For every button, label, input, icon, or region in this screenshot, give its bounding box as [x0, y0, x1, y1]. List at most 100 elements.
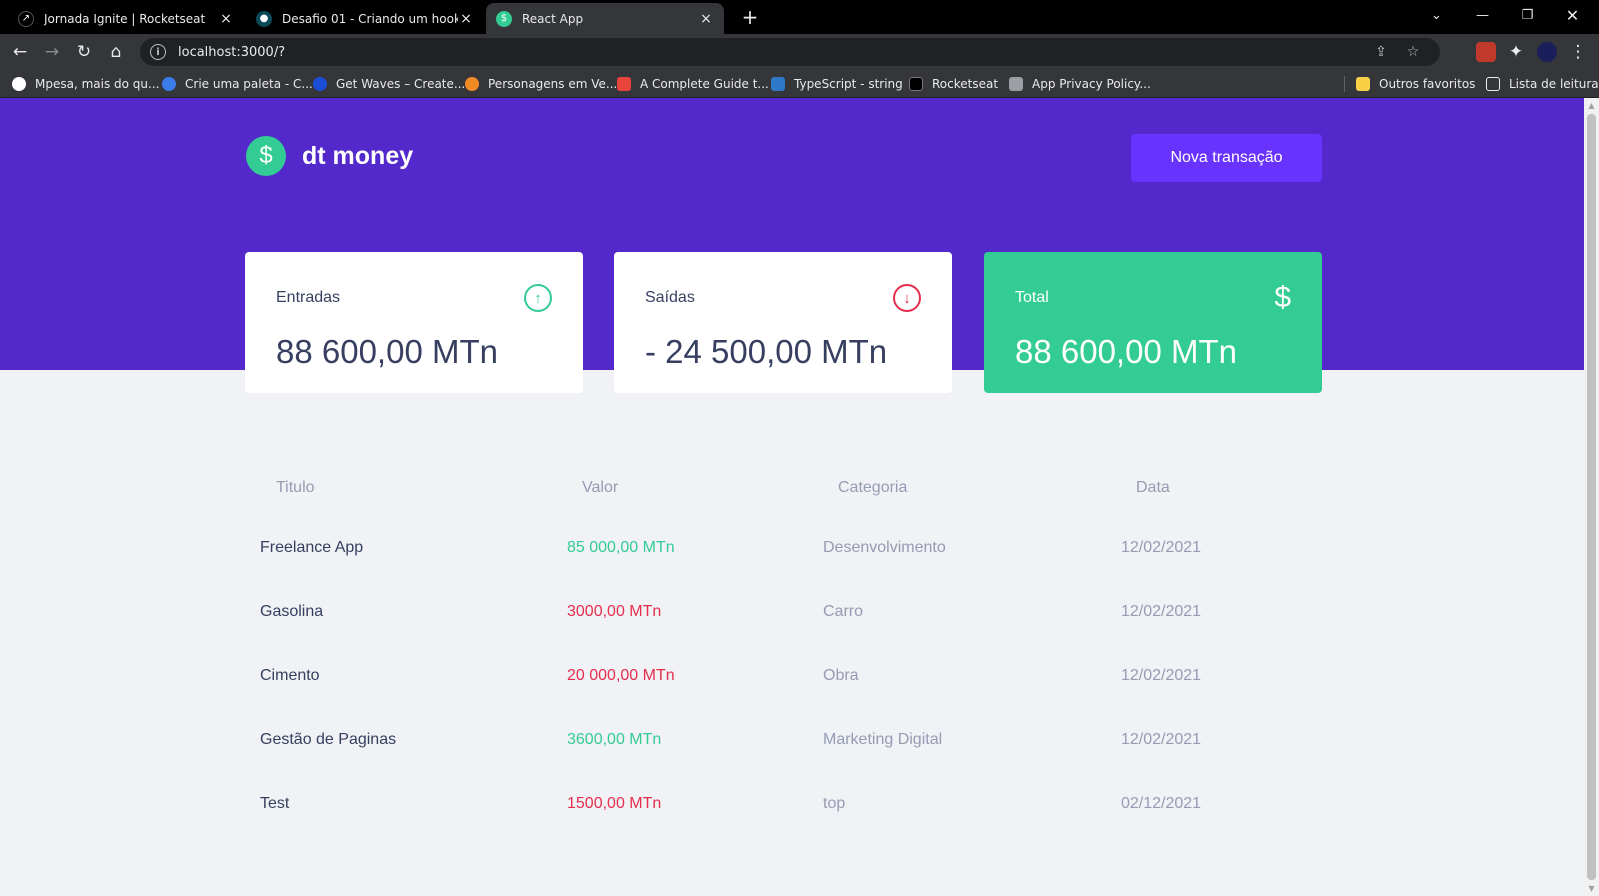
- cell-title: Cimento: [260, 667, 320, 684]
- tab-desafio-01[interactable]: ● Desafio 01 - Criando um hook de ×: [246, 3, 484, 34]
- cell-date: 12/02/2021: [1121, 667, 1202, 684]
- outcome-label: Saídas: [645, 289, 695, 306]
- cell-value: 3000,00 MTn: [567, 603, 662, 620]
- tab-close-icon[interactable]: ×: [218, 11, 234, 27]
- forward-icon[interactable]: →: [40, 40, 64, 64]
- cell-date: 12/02/2021: [1121, 603, 1202, 620]
- tab-react-app[interactable]: $ React App ×: [486, 3, 724, 34]
- url-text[interactable]: localhost:3000/?: [178, 45, 285, 60]
- header-title: Titulo: [276, 479, 315, 496]
- bookmark-item[interactable]: Personagens em Ve...: [465, 74, 617, 94]
- new-tab-button[interactable]: +: [738, 5, 762, 29]
- arrow-up-circle-icon: ↑: [524, 284, 552, 312]
- income-label: Entradas: [276, 289, 341, 306]
- dollar-coin-icon: $: [246, 136, 286, 176]
- document-icon: [1009, 77, 1023, 91]
- cell-date: 02/12/2021: [1121, 795, 1202, 812]
- arrow-down-circle-icon: ↓: [893, 284, 921, 312]
- coolors-icon: [162, 77, 176, 91]
- notion-favicon-icon: ●: [256, 10, 272, 27]
- bookmark-item[interactable]: TypeScript - string: [771, 74, 903, 94]
- table-header: Titulo Valor Categoria Data: [245, 468, 1320, 508]
- rocketseat-icon: [909, 77, 923, 91]
- scrollbar-thumb[interactable]: [1587, 114, 1596, 880]
- back-icon[interactable]: ←: [8, 40, 32, 64]
- profile-avatar[interactable]: [1537, 42, 1557, 62]
- page-scrollbar[interactable]: ▲ ▼: [1584, 98, 1599, 896]
- tab-title: Jornada Ignite | Rocketseat: [44, 11, 206, 26]
- outcome-card: Saídas ↓ - 24 500,00 MTn: [614, 252, 952, 393]
- bookmark-star-icon[interactable]: ☆: [1404, 43, 1422, 61]
- rocketseat-favicon-icon: ↗: [18, 10, 34, 27]
- bookmark-item[interactable]: Mpesa, mais do qu...: [12, 74, 159, 94]
- tab-close-icon[interactable]: ×: [698, 11, 714, 27]
- extensions-puzzle-icon[interactable]: ✦: [1504, 40, 1528, 64]
- reading-list-icon: [1486, 77, 1500, 91]
- cell-category: Marketing Digital: [823, 731, 943, 748]
- cell-value: 85 000,00 MTn: [567, 539, 675, 556]
- table-spacer: [245, 508, 1320, 516]
- cell-category: top: [823, 795, 846, 812]
- outcome-amount: - 24 500,00 MTn: [645, 333, 888, 370]
- home-icon[interactable]: ⌂: [104, 40, 128, 64]
- header-category: Categoria: [838, 479, 908, 496]
- close-window-icon[interactable]: ✕: [1550, 0, 1595, 30]
- bookmark-item[interactable]: Rocketseat: [909, 74, 998, 94]
- share-icon[interactable]: ⇪: [1372, 43, 1390, 61]
- cell-value: 20 000,00 MTn: [567, 667, 675, 684]
- cell-title: Gestão de Paginas: [260, 731, 397, 748]
- address-bar[interactable]: i localhost:3000/? ⇪ ☆: [140, 38, 1440, 66]
- tab-title: Desafio 01 - Criando um hook de: [282, 11, 458, 26]
- bookmark-item[interactable]: Crie uma paleta - C...: [162, 74, 313, 94]
- bookmark-item[interactable]: A Complete Guide t...: [617, 74, 769, 94]
- page-viewport: $ dt money Nova transação Entradas ↑ 88 …: [0, 98, 1584, 896]
- typescript-icon: [771, 77, 785, 91]
- cell-value: 1500,00 MTn: [567, 795, 662, 812]
- app-name: dt money: [302, 141, 414, 170]
- bookmarks-separator: [1344, 76, 1345, 92]
- extension-icon[interactable]: [1476, 42, 1496, 62]
- scroll-up-arrow-icon[interactable]: ▲: [1587, 101, 1596, 110]
- minimize-icon[interactable]: —: [1460, 0, 1505, 30]
- site-info-icon[interactable]: i: [150, 44, 166, 60]
- cell-date: 12/02/2021: [1121, 731, 1202, 748]
- new-transaction-button[interactable]: Nova transação: [1131, 134, 1322, 182]
- medium-icon: [12, 77, 26, 91]
- dollar-favicon-icon: $: [496, 10, 512, 27]
- table-row: Gasolina 3000,00 MTn Carro 12/02/2021: [245, 580, 1320, 644]
- cell-value: 3600,00 MTn: [567, 731, 662, 748]
- reload-icon[interactable]: ↻: [72, 40, 96, 64]
- header-value: Valor: [582, 479, 619, 496]
- scroll-down-arrow-icon[interactable]: ▼: [1587, 884, 1596, 893]
- income-card: Entradas ↑ 88 600,00 MTn: [245, 252, 583, 393]
- asterisk-icon: [617, 77, 631, 91]
- menu-kebab-icon[interactable]: ⋮: [1566, 40, 1590, 64]
- reading-list[interactable]: Lista de leitura: [1486, 74, 1599, 94]
- getwaves-icon: [313, 77, 327, 91]
- tab-close-icon[interactable]: ×: [458, 11, 474, 27]
- tab-search-icon[interactable]: ⌄: [1414, 0, 1459, 30]
- dollar-sign-icon: $: [1274, 281, 1291, 314]
- bookmarks-bar: Mpesa, mais do qu... Crie uma paleta - C…: [0, 70, 1599, 98]
- total-label: Total: [1015, 289, 1049, 306]
- table-row: Test 1500,00 MTn top 02/12/2021: [245, 772, 1320, 836]
- bookmark-folder-outros[interactable]: Outros favoritos: [1356, 74, 1475, 94]
- folder-icon: [1356, 77, 1370, 91]
- cell-title: Test: [260, 795, 290, 812]
- table-row: Freelance App 85 000,00 MTn Desenvolvime…: [245, 516, 1320, 580]
- app-logo: $ dt money: [246, 136, 413, 176]
- cell-category: Carro: [823, 603, 864, 620]
- bookmark-item[interactable]: Get Waves – Create...: [313, 74, 465, 94]
- browser-tab-bar: ↗ Jornada Ignite | Rocketseat × ● Desafi…: [0, 0, 1599, 34]
- cell-date: 12/02/2021: [1121, 539, 1202, 556]
- header-date: Data: [1136, 479, 1170, 496]
- transactions-table: Titulo Valor Categoria Data Freelance Ap…: [245, 468, 1320, 836]
- restore-icon[interactable]: ❐: [1505, 0, 1550, 30]
- total-amount: 88 600,00 MTn: [1015, 333, 1237, 370]
- tab-title: React App: [522, 11, 584, 26]
- table-row: Cimento 20 000,00 MTn Obra 12/02/2021: [245, 644, 1320, 708]
- bookmark-item[interactable]: App Privacy Policy...: [1009, 74, 1151, 94]
- personagens-icon: [465, 77, 479, 91]
- tab-jornada-ignite[interactable]: ↗ Jornada Ignite | Rocketseat ×: [8, 3, 244, 34]
- total-card: Total $ 88 600,00 MTn: [984, 252, 1322, 393]
